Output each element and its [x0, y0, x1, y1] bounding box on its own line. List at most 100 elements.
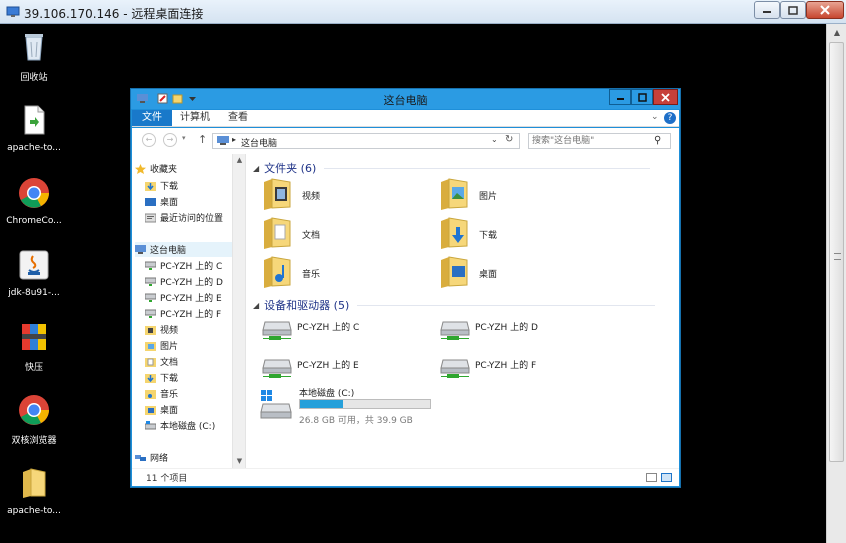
breadcrumb-chevron-icon[interactable]: ▸ [232, 135, 236, 144]
tab-view[interactable]: 查看 [218, 110, 258, 126]
disk-usage-info: 26.8 GB 可用，共 39.9 GB [299, 416, 413, 426]
folder-music[interactable]: 音乐 [262, 256, 412, 292]
local-disk-c[interactable]: 本地磁盘 (C:) 26.8 GB 可用，共 39.9 GB [259, 386, 449, 428]
disk-usage-bar [299, 399, 431, 409]
nav-pictures[interactable]: 图片 [145, 338, 245, 353]
folder-desktop[interactable]: 桌面 [439, 256, 589, 292]
help-icon[interactable]: ? [664, 112, 676, 124]
folder-documents[interactable]: 文档 [262, 217, 412, 253]
network-drive-e[interactable]: PC-YZH 上的 E [261, 354, 431, 384]
nav-label: 文档 [160, 358, 179, 368]
folder-pictures[interactable]: 图片 [439, 178, 589, 214]
desktop-icon-chrome[interactable]: ChromeCo... [2, 176, 66, 226]
local-disk-icon [145, 420, 156, 429]
nav-documents[interactable]: 文档 [145, 354, 245, 369]
rdp-minimize-button[interactable] [754, 1, 780, 19]
explorer-close-button[interactable] [653, 89, 678, 105]
tab-computer[interactable]: 计算机 [170, 110, 220, 126]
drive-name: PC-YZH 上的 D [475, 323, 538, 333]
desktop-icon-kuaiya[interactable]: 快压 [2, 320, 66, 373]
details-view-icon[interactable] [646, 473, 657, 482]
desktop-icon [145, 197, 156, 206]
group-header-devices[interactable]: ◢ 设备和驱动器 (5) [253, 297, 673, 313]
nav-drive-d[interactable]: PC-YZH 上的 D [145, 274, 245, 289]
folder-name: 音乐 [302, 270, 321, 280]
nav-drive-f[interactable]: PC-YZH 上的 F [145, 306, 245, 321]
scroll-up-icon[interactable]: ▲ [827, 24, 846, 41]
scrollbar-thumb[interactable] [829, 42, 844, 462]
ribbon: 文件 计算机 查看 ⌄ ? [132, 110, 679, 127]
nav-fav-recent[interactable]: 最近访问的位置 [145, 210, 245, 225]
remote-desktop-icon [6, 6, 20, 17]
large-icons-view-icon[interactable] [661, 473, 672, 482]
folder-icon [23, 468, 46, 498]
computer-icon [217, 136, 229, 145]
nav-label: 网络 [150, 454, 169, 464]
drive-name: PC-YZH 上的 F [475, 361, 537, 371]
desktop-icon-jdk[interactable]: jdk-8u91-... [2, 248, 66, 298]
navigation-pane: 收藏夹 下载 桌面 最近访问的位置 这台电脑 PC-YZH 上的 C PC-YZ… [132, 154, 246, 468]
nav-videos[interactable]: 视频 [145, 322, 245, 337]
nav-desktop[interactable]: 桌面 [145, 402, 245, 417]
nav-network[interactable]: 网络 [135, 450, 235, 465]
explorer-minimize-button[interactable] [609, 89, 631, 105]
search-input[interactable] [532, 135, 650, 147]
tab-file[interactable]: 文件 [132, 110, 172, 126]
search-box[interactable]: ⚲ [528, 133, 671, 149]
nav-label: PC-YZH 上的 E [160, 294, 222, 304]
up-arrow-icon[interactable]: ↑ [198, 133, 207, 146]
scrollbar-grip-icon [834, 253, 841, 260]
back-button[interactable]: ← [142, 133, 156, 147]
scroll-up-icon[interactable]: ▲ [233, 154, 245, 166]
search-icon[interactable]: ⚲ [654, 135, 661, 146]
breadcrumb-this-pc[interactable]: 这台电脑 [241, 136, 277, 149]
network-drive-c[interactable]: PC-YZH 上的 C [261, 316, 431, 346]
desktop-icon-apache-folder[interactable]: apache-to... [2, 466, 66, 516]
navigation-bar: ← → ▾ ↑ ▸ 这台电脑 ⌄ ↻ ⚲ [132, 128, 679, 154]
pictures-folder-icon [441, 178, 468, 210]
forward-button[interactable]: → [163, 133, 177, 147]
folder-name: 文档 [302, 231, 321, 241]
group-header-folders[interactable]: ◢ 文件夹 (6) [253, 160, 673, 176]
collapse-icon: ◢ [253, 300, 260, 310]
address-dropdown-icon[interactable]: ⌄ [491, 135, 498, 144]
scroll-down-icon[interactable]: ▼ [233, 455, 245, 467]
network-drive-icon [145, 309, 156, 318]
nav-downloads[interactable]: 下载 [145, 370, 245, 385]
nav-fav-desktop[interactable]: 桌面 [145, 194, 245, 209]
rdp-vertical-scrollbar[interactable]: ▲ [826, 24, 846, 543]
nav-this-pc[interactable]: 这台电脑 [135, 242, 232, 257]
rdp-maximize-button[interactable] [780, 1, 806, 19]
address-bar[interactable]: ▸ 这台电脑 ⌄ ↻ [212, 133, 520, 149]
nav-pane-scrollbar[interactable]: ▲ ▼ [232, 154, 245, 468]
remote-desktop-screen: 回收站 apache-to... ChromeCo... jdk-8u91-..… [0, 24, 826, 543]
close-icon [661, 92, 670, 102]
ribbon-expand-icon[interactable]: ⌄ [651, 112, 659, 122]
back-arrow-icon: ← [145, 135, 153, 144]
nav-label: 桌面 [160, 406, 179, 416]
network-drive-f[interactable]: PC-YZH 上的 F [439, 354, 609, 384]
nav-label: 下载 [160, 182, 179, 192]
documents-folder-icon [264, 217, 291, 249]
nav-local-disk[interactable]: 本地磁盘 (C:) [145, 418, 245, 433]
nav-drive-e[interactable]: PC-YZH 上的 E [145, 290, 245, 305]
rdp-close-button[interactable] [806, 1, 844, 19]
desktop-icon-apache-file[interactable]: apache-to... [2, 103, 66, 153]
network-drive-icon [440, 321, 470, 340]
nav-label: PC-YZH 上的 D [160, 278, 223, 288]
folder-videos[interactable]: 视频 [262, 178, 412, 214]
desktop-icon-recycle-bin[interactable]: 回收站 [2, 30, 66, 83]
nav-music[interactable]: 音乐 [145, 386, 245, 401]
group-divider [357, 304, 656, 306]
nav-favorites[interactable]: 收藏夹 [135, 161, 235, 176]
file-icon [24, 105, 45, 135]
network-drive-d[interactable]: PC-YZH 上的 D [439, 316, 609, 346]
desktop-folder-icon [441, 256, 468, 288]
recent-locations-icon[interactable]: ▾ [182, 134, 186, 142]
desktop-icon-browser[interactable]: 双核浏览器 [2, 393, 66, 446]
nav-fav-downloads[interactable]: 下载 [145, 178, 245, 193]
explorer-maximize-button[interactable] [631, 89, 653, 105]
nav-drive-c[interactable]: PC-YZH 上的 C [145, 258, 245, 273]
refresh-icon[interactable]: ↻ [505, 134, 513, 145]
folder-downloads[interactable]: 下载 [439, 217, 589, 253]
